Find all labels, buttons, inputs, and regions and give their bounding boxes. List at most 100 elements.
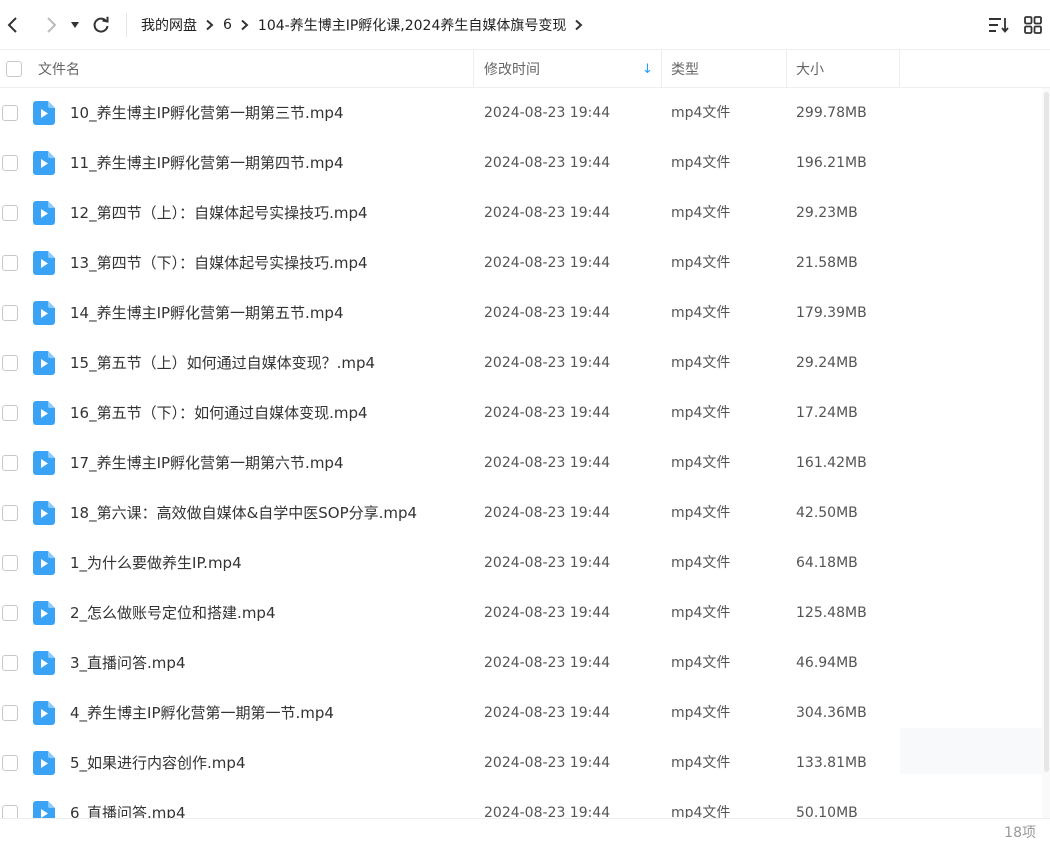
chevron-right-icon: [47, 16, 57, 33]
file-size: 133.81MB: [796, 755, 867, 771]
file-type: mp4文件: [671, 705, 731, 721]
file-size: 50.10MB: [796, 805, 858, 818]
row-checkbox[interactable]: [2, 405, 18, 421]
sort-desc-icon[interactable]: ↓: [642, 50, 653, 88]
file-name[interactable]: 10_养生博主IP孵化营第一期第三节.mp4: [70, 88, 344, 138]
file-row[interactable]: 17_养生博主IP孵化营第一期第六节.mp4 2024-08-23 19:44 mp…: [0, 438, 1050, 488]
sort-list-icon: [989, 18, 1009, 33]
file-row[interactable]: 15_第五节（上）如何通过自媒体变现？.mp4 2024-08-23 19:44 m…: [0, 338, 1050, 388]
item-count: 18项: [1004, 825, 1036, 841]
file-row[interactable]: 5_如果进行内容创作.mp4 2024-08-23 19:44 mp4文件 133.8…: [0, 738, 1050, 788]
scrollbar[interactable]: [1042, 88, 1050, 818]
file-type: mp4文件: [671, 355, 731, 371]
file-row[interactable]: 1_为什么要做养生IP.mp4 2024-08-23 19:44 mp4文件 64.1…: [0, 538, 1050, 588]
column-header: 文件名 修改时间 ↓ 类型 大小: [0, 50, 1050, 88]
file-name[interactable]: 1_为什么要做养生IP.mp4: [70, 538, 242, 588]
breadcrumb-item-current[interactable]: 104-养生博主IP孵化课,2024养生自媒体旗号变现: [254, 15, 570, 35]
file-type: mp4文件: [671, 105, 731, 121]
file-name[interactable]: 3_直播问答.mp4: [70, 638, 186, 688]
column-size[interactable]: 大小: [796, 50, 824, 88]
breadcrumb-item-folder[interactable]: 6: [219, 17, 236, 33]
video-file-icon: [33, 451, 55, 475]
file-size: 196.21MB: [796, 155, 867, 171]
file-name[interactable]: 14_养生博主IP孵化营第一期第五节.mp4: [70, 288, 344, 338]
row-checkbox[interactable]: [2, 755, 18, 771]
refresh-button[interactable]: [88, 0, 114, 50]
video-file-icon: [33, 601, 55, 625]
file-name[interactable]: 17_养生博主IP孵化营第一期第六节.mp4: [70, 438, 344, 488]
file-name[interactable]: 18_第六课：高效做自媒体&自学中医SOP分享.mp4: [70, 488, 417, 538]
file-size: 17.24MB: [796, 405, 858, 421]
file-size: 46.94MB: [796, 655, 858, 671]
video-file-icon: [33, 501, 55, 525]
file-row[interactable]: 13_第四节（下）：自媒体起号实操技巧.mp4 2024-08-23 19:44 m…: [0, 238, 1050, 288]
file-type: mp4文件: [671, 805, 731, 818]
row-checkbox[interactable]: [2, 705, 18, 721]
chevron-right-icon: [201, 19, 219, 31]
file-modified-time: 2024-08-23 19:44: [484, 605, 611, 621]
file-row[interactable]: 16_第五节（下）：如何通过自媒体变现.mp4 2024-08-23 19:44 m…: [0, 388, 1050, 438]
scrollbar-thumb[interactable]: [1044, 92, 1049, 772]
back-button[interactable]: [0, 0, 26, 50]
history-dropdown-button[interactable]: [66, 0, 84, 50]
file-row[interactable]: 10_养生博主IP孵化营第一期第三节.mp4 2024-08-23 19:44 mp…: [0, 88, 1050, 138]
row-checkbox[interactable]: [2, 555, 18, 571]
video-file-icon: [33, 551, 55, 575]
file-name[interactable]: 6_直播问答.mp4: [70, 788, 186, 818]
row-checkbox[interactable]: [2, 255, 18, 271]
file-row[interactable]: 3_直播问答.mp4 2024-08-23 19:44 mp4文件 46.94MB: [0, 638, 1050, 688]
file-type: mp4文件: [671, 455, 731, 471]
chevron-left-icon: [7, 16, 17, 33]
file-name[interactable]: 15_第五节（上）如何通过自媒体变现？.mp4: [70, 338, 375, 388]
file-row[interactable]: 6_直播问答.mp4 2024-08-23 19:44 mp4文件 50.10MB: [0, 788, 1050, 818]
row-checkbox[interactable]: [2, 505, 18, 521]
row-checkbox[interactable]: [2, 205, 18, 221]
file-modified-time: 2024-08-23 19:44: [484, 505, 611, 521]
file-modified-time: 2024-08-23 19:44: [484, 105, 611, 121]
row-checkbox[interactable]: [2, 105, 18, 121]
file-name[interactable]: 11_养生博主IP孵化营第一期第四节.mp4: [70, 138, 344, 188]
row-checkbox[interactable]: [2, 355, 18, 371]
file-name[interactable]: 2_怎么做账号定位和搭建.mp4: [70, 588, 276, 638]
file-name[interactable]: 5_如果进行内容创作.mp4: [70, 738, 246, 788]
forward-button[interactable]: [38, 0, 64, 50]
file-name[interactable]: 16_第五节（下）：如何通过自媒体变现.mp4: [70, 388, 368, 438]
row-checkbox[interactable]: [2, 455, 18, 471]
column-name[interactable]: 文件名: [38, 50, 80, 88]
file-row[interactable]: 11_养生博主IP孵化营第一期第四节.mp4 2024-08-23 19:44 mp…: [0, 138, 1050, 188]
select-all-checkbox[interactable]: [6, 50, 22, 88]
chevron-right-icon[interactable]: [570, 19, 588, 31]
video-file-icon: [33, 751, 55, 775]
file-name[interactable]: 13_第四节（下）：自媒体起号实操技巧.mp4: [70, 238, 368, 288]
column-type[interactable]: 类型: [671, 50, 699, 88]
column-modified[interactable]: 修改时间: [484, 50, 540, 88]
file-modified-time: 2024-08-23 19:44: [484, 305, 611, 321]
file-row[interactable]: 12_第四节（上）：自媒体起号实操技巧.mp4 2024-08-23 19:44 m…: [0, 188, 1050, 238]
breadcrumb-item-root[interactable]: 我的网盘: [137, 15, 201, 35]
file-row[interactable]: 2_怎么做账号定位和搭建.mp4 2024-08-23 19:44 mp4文件 125…: [0, 588, 1050, 638]
row-checkbox[interactable]: [2, 155, 18, 171]
file-modified-time: 2024-08-23 19:44: [484, 555, 611, 571]
file-type: mp4文件: [671, 155, 731, 171]
file-name[interactable]: 4_养生博主IP孵化营第一期第一节.mp4: [70, 688, 334, 738]
file-modified-time: 2024-08-23 19:44: [484, 155, 611, 171]
file-row[interactable]: 18_第六课：高效做自媒体&自学中医SOP分享.mp4 2024-08-23 19…: [0, 488, 1050, 538]
file-size: 21.58MB: [796, 255, 858, 271]
row-checkbox[interactable]: [2, 305, 18, 321]
row-checkbox[interactable]: [2, 655, 18, 671]
row-checkbox[interactable]: [2, 805, 18, 818]
video-file-icon: [33, 801, 55, 818]
file-size: 161.42MB: [796, 455, 867, 471]
file-type: mp4文件: [671, 255, 731, 271]
file-row[interactable]: 4_养生博主IP孵化营第一期第一节.mp4 2024-08-23 19:44 mp4…: [0, 688, 1050, 738]
column-divider: [473, 50, 474, 88]
row-checkbox[interactable]: [2, 605, 18, 621]
file-modified-time: 2024-08-23 19:44: [484, 755, 611, 771]
sort-button[interactable]: [982, 0, 1016, 50]
file-row[interactable]: 14_养生博主IP孵化营第一期第五节.mp4 2024-08-23 19:44 mp…: [0, 288, 1050, 338]
grid-view-button[interactable]: [1016, 0, 1050, 50]
file-type: mp4文件: [671, 505, 731, 521]
file-name[interactable]: 12_第四节（上）：自媒体起号实操技巧.mp4: [70, 188, 368, 238]
video-file-icon: [33, 301, 55, 325]
breadcrumb: 我的网盘 6 104-养生博主IP孵化课,2024养生自媒体旗号变现: [137, 15, 588, 35]
